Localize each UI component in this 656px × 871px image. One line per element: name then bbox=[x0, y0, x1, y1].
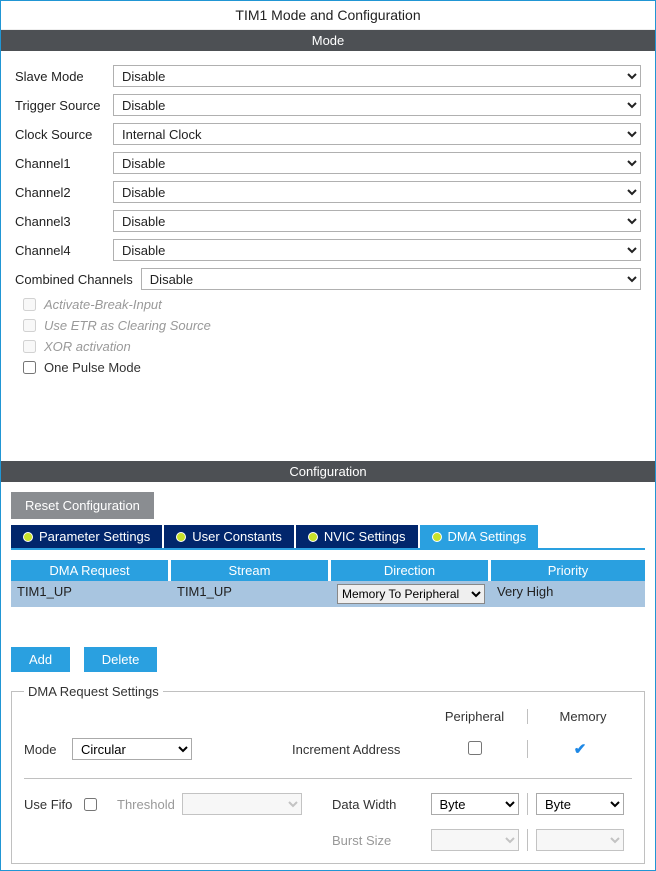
delete-button[interactable]: Delete bbox=[84, 647, 158, 672]
label-channel4: Channel4 bbox=[15, 243, 113, 258]
checkbox-use-fifo[interactable] bbox=[84, 798, 97, 811]
window-title: TIM1 Mode and Configuration bbox=[1, 1, 655, 30]
status-dot-icon bbox=[432, 532, 442, 542]
header-memory: Memory bbox=[527, 709, 632, 724]
select-channel3[interactable]: Disable bbox=[113, 210, 641, 232]
label-data-width: Data Width bbox=[332, 797, 422, 812]
label-combined-channels: Combined Channels bbox=[15, 272, 141, 287]
checkbox-activate-break bbox=[23, 298, 36, 311]
label-channel2: Channel2 bbox=[15, 185, 113, 200]
select-channel4[interactable]: Disable bbox=[113, 239, 641, 261]
section-header-config: Configuration bbox=[1, 461, 655, 482]
select-datawidth-memory[interactable]: Byte bbox=[536, 793, 624, 815]
select-burst-memory bbox=[536, 829, 624, 851]
label-clock-source: Clock Source bbox=[15, 127, 113, 142]
col-header-stream: Stream bbox=[171, 560, 331, 581]
status-dot-icon bbox=[176, 532, 186, 542]
label-increment-address: Increment Address bbox=[292, 742, 422, 757]
tab-user-constants[interactable]: User Constants bbox=[164, 525, 294, 548]
select-trigger-source[interactable]: Disable bbox=[113, 94, 641, 116]
add-button[interactable]: Add bbox=[11, 647, 70, 672]
select-mode[interactable]: Circular bbox=[72, 738, 192, 760]
dma-table: DMA Request Stream Direction Priority TI… bbox=[11, 560, 645, 607]
section-header-mode: Mode bbox=[1, 30, 655, 51]
check-activate-break: Activate-Break-Input bbox=[23, 297, 641, 312]
tab-nvic-settings[interactable]: NVIC Settings bbox=[296, 525, 418, 548]
checkbox-xor-activation bbox=[23, 340, 36, 353]
select-threshold bbox=[182, 793, 302, 815]
settings-legend: DMA Request Settings bbox=[24, 684, 163, 699]
check-one-pulse[interactable]: One Pulse Mode bbox=[23, 360, 641, 375]
config-panel: Reset Configuration Parameter Settings U… bbox=[1, 482, 655, 870]
label-channel3: Channel3 bbox=[15, 214, 113, 229]
label-channel1: Channel1 bbox=[15, 156, 113, 171]
select-channel2[interactable]: Disable bbox=[113, 181, 641, 203]
cell-stream: TIM1_UP bbox=[171, 581, 331, 607]
select-burst-peripheral bbox=[431, 829, 519, 851]
label-mode: Mode bbox=[24, 742, 72, 757]
status-dot-icon bbox=[23, 532, 33, 542]
dma-request-settings-group: DMA Request Settings Peripheral Memory M… bbox=[11, 684, 645, 864]
check-xor-activation: XOR activation bbox=[23, 339, 641, 354]
table-row[interactable]: TIM1_UP TIM1_UP Memory To Peripheral Ver… bbox=[11, 581, 645, 607]
check-mark-icon[interactable]: ✔ bbox=[574, 741, 587, 758]
tab-dma-settings[interactable]: DMA Settings bbox=[420, 525, 539, 548]
header-peripheral: Peripheral bbox=[422, 709, 527, 724]
label-slave-mode: Slave Mode bbox=[15, 69, 113, 84]
select-datawidth-peripheral[interactable]: Byte bbox=[431, 793, 519, 815]
checkbox-one-pulse[interactable] bbox=[23, 361, 36, 374]
select-channel1[interactable]: Disable bbox=[113, 152, 641, 174]
checkbox-etr-clearing bbox=[23, 319, 36, 332]
select-combined-channels[interactable]: Disable bbox=[141, 268, 641, 290]
label-use-fifo: Use Fifo bbox=[24, 797, 84, 812]
select-slave-mode[interactable]: Disable bbox=[113, 65, 641, 87]
check-etr-clearing: Use ETR as Clearing Source bbox=[23, 318, 641, 333]
label-threshold: Threshold bbox=[117, 797, 182, 812]
cell-dma-request: TIM1_UP bbox=[11, 581, 171, 607]
col-header-priority: Priority bbox=[491, 560, 645, 581]
status-dot-icon bbox=[308, 532, 318, 542]
tab-row: Parameter Settings User Constants NVIC S… bbox=[11, 525, 645, 550]
select-clock-source[interactable]: Internal Clock bbox=[113, 123, 641, 145]
label-burst-size: Burst Size bbox=[332, 833, 422, 848]
mode-panel: Slave Mode Disable Trigger Source Disabl… bbox=[1, 51, 655, 401]
select-direction[interactable]: Memory To Peripheral bbox=[337, 584, 485, 604]
checkbox-increment-peripheral[interactable] bbox=[468, 741, 482, 755]
reset-configuration-button[interactable]: Reset Configuration bbox=[11, 492, 154, 519]
cell-priority: Very High bbox=[491, 581, 645, 607]
divider bbox=[24, 778, 632, 779]
tab-parameter-settings[interactable]: Parameter Settings bbox=[11, 525, 162, 548]
col-header-dma-request: DMA Request bbox=[11, 560, 171, 581]
col-header-direction: Direction bbox=[331, 560, 491, 581]
label-trigger-source: Trigger Source bbox=[15, 98, 113, 113]
